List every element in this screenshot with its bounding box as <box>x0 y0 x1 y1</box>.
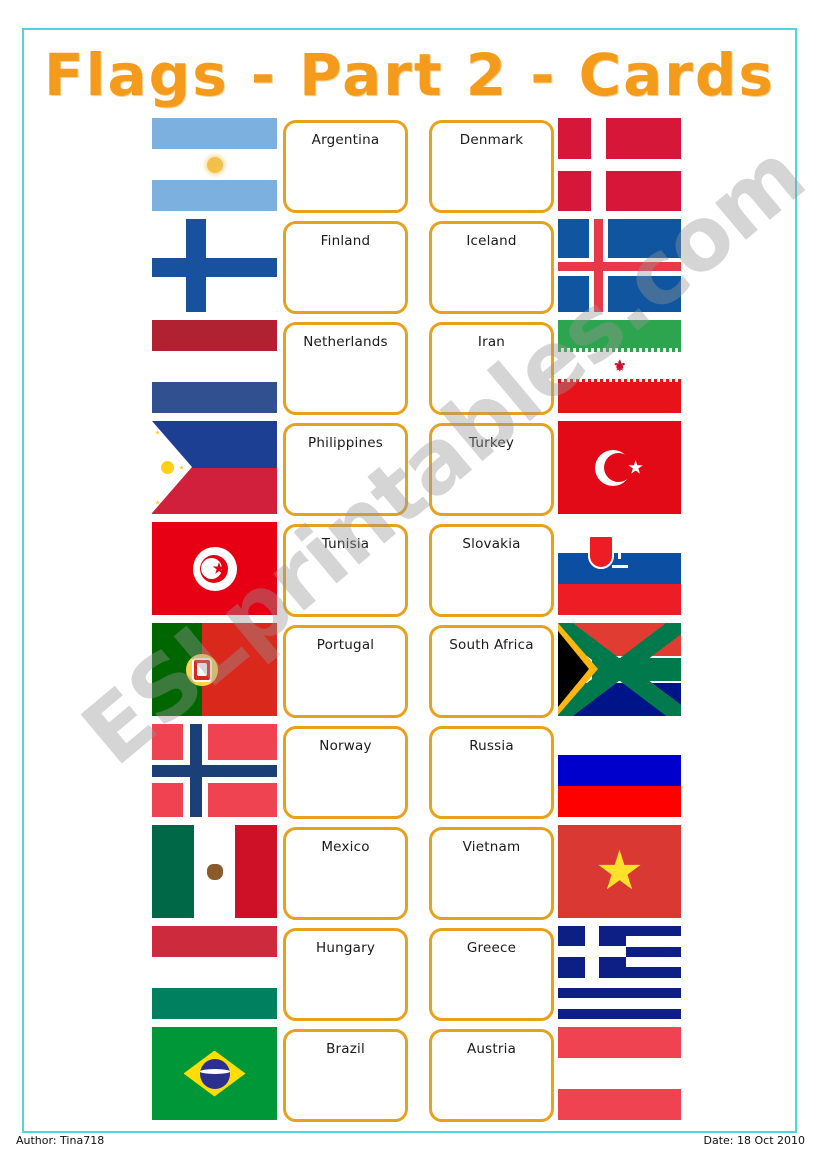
austria-flag <box>558 1027 681 1120</box>
table-row: Finland Iceland <box>152 219 682 320</box>
card-label: Greece <box>466 940 517 956</box>
norway-flag <box>152 724 277 817</box>
table-row: Argentina Denmark <box>152 118 682 219</box>
table-row: Mexico Vietnam <box>152 825 682 926</box>
page-title: Flags - Part 2 - Cards <box>44 41 775 109</box>
card-label: Turkey <box>468 435 515 451</box>
name-card[interactable]: South Africa <box>429 625 554 718</box>
table-row: Norway Russia <box>152 724 682 825</box>
russia-flag <box>558 724 681 817</box>
slovakia-flag <box>558 522 681 615</box>
name-card[interactable]: Norway <box>283 726 408 819</box>
name-card[interactable]: Mexico <box>283 827 408 920</box>
name-card[interactable]: Russia <box>429 726 554 819</box>
card-label: Austria <box>466 1041 517 1057</box>
footer-author: Author: Tina718 <box>16 1134 105 1147</box>
card-label: Iran <box>477 334 506 350</box>
turkey-flag <box>558 421 681 514</box>
card-label: Vietnam <box>462 839 521 855</box>
card-label: Argentina <box>311 132 380 148</box>
card-label: Finland <box>320 233 371 249</box>
philippines-flag <box>152 421 277 514</box>
card-label: Hungary <box>315 940 376 956</box>
name-card[interactable]: Vietnam <box>429 827 554 920</box>
name-card[interactable]: Denmark <box>429 120 554 213</box>
name-card[interactable]: Greece <box>429 928 554 1021</box>
portugal-flag <box>152 623 277 716</box>
finland-flag <box>152 219 277 312</box>
footer-date: Date: 18 Oct 2010 <box>703 1134 806 1147</box>
name-card[interactable]: Iran <box>429 322 554 415</box>
card-label: Slovakia <box>462 536 521 552</box>
denmark-flag <box>558 118 681 211</box>
greece-flag <box>558 926 681 1019</box>
card-label: Netherlands <box>303 334 388 350</box>
card-label: Denmark <box>459 132 524 148</box>
flag-cards-grid: Argentina Denmark Finland Iceland Nether… <box>152 118 682 1128</box>
name-card[interactable]: Philippines <box>283 423 408 516</box>
name-card[interactable]: Finland <box>283 221 408 314</box>
name-card[interactable]: Portugal <box>283 625 408 718</box>
southafrica-flag <box>558 623 681 716</box>
hungary-flag <box>152 926 277 1019</box>
tunisia-flag <box>152 522 277 615</box>
name-card[interactable]: Argentina <box>283 120 408 213</box>
card-label: Iceland <box>466 233 517 249</box>
name-card[interactable]: Netherlands <box>283 322 408 415</box>
iceland-flag <box>558 219 681 312</box>
table-row: Netherlands Iran ⚜ <box>152 320 682 421</box>
name-card[interactable]: Austria <box>429 1029 554 1122</box>
name-card[interactable]: Brazil <box>283 1029 408 1122</box>
table-row: Philippines Turkey <box>152 421 682 522</box>
card-label: Norway <box>319 738 372 754</box>
name-card[interactable]: Tunisia <box>283 524 408 617</box>
name-card[interactable]: Turkey <box>429 423 554 516</box>
card-label: Mexico <box>321 839 370 855</box>
card-label: Brazil <box>326 1041 365 1057</box>
table-row: Tunisia Slovakia <box>152 522 682 623</box>
card-label: Philippines <box>308 435 383 451</box>
brazil-flag <box>152 1027 277 1120</box>
card-label: South Africa <box>449 637 534 653</box>
vietnam-flag <box>558 825 681 918</box>
table-row: Brazil Austria <box>152 1027 682 1128</box>
mexico-flag <box>152 825 277 918</box>
iran-flag: ⚜ <box>558 320 681 413</box>
netherlands-flag <box>152 320 277 413</box>
card-label: Russia <box>469 738 514 754</box>
card-label: Tunisia <box>321 536 370 552</box>
name-card[interactable]: Iceland <box>429 221 554 314</box>
argentina-flag <box>152 118 277 211</box>
table-row: Hungary Greece <box>152 926 682 1027</box>
table-row: Portugal South Africa <box>152 623 682 724</box>
card-label: Portugal <box>316 637 375 653</box>
name-card[interactable]: Hungary <box>283 928 408 1021</box>
name-card[interactable]: Slovakia <box>429 524 554 617</box>
